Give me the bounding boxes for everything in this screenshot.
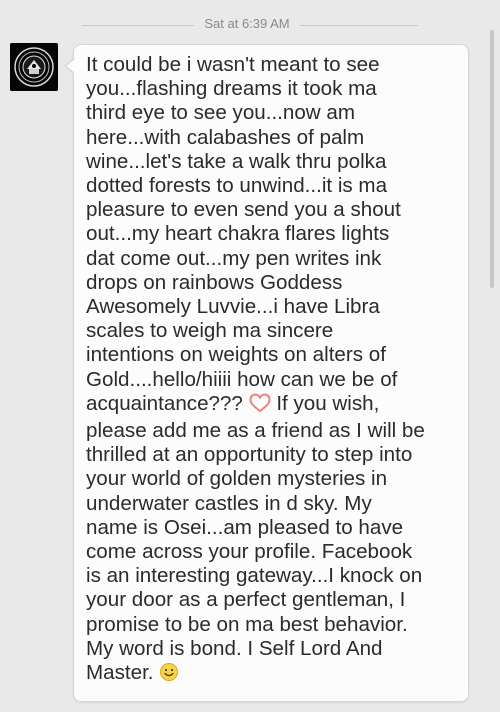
message-text-part1: It could be i wasn't meant to see you...… — [86, 53, 401, 415]
heart-icon — [249, 393, 271, 419]
scrollbar[interactable] — [490, 30, 494, 288]
message-bubble[interactable]: It could be i wasn't meant to see you...… — [73, 44, 469, 702]
bubble-tail — [66, 59, 75, 73]
sender-avatar[interactable] — [10, 43, 58, 91]
smiley-icon — [159, 662, 179, 688]
message-timestamp: Sat at 6:39 AM — [204, 16, 290, 31]
message-text-part2: If you wish, please add me as a friend a… — [86, 391, 425, 685]
emblem-avatar-icon — [10, 43, 58, 91]
divider-line-left — [82, 25, 194, 26]
divider-line-right — [300, 25, 418, 26]
message-text: It could be i wasn't meant to see you...… — [86, 53, 462, 688]
timestamp-divider: Sat at 6:39 AM — [0, 14, 500, 36]
